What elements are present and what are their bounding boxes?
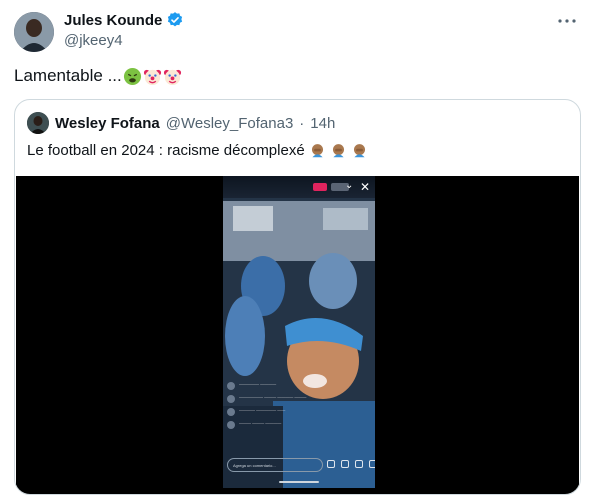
quoted-author-handle[interactable]: @Wesley_Fofana3 [166, 115, 294, 132]
live-badge-icon [313, 183, 327, 191]
comment-text: ——— ——— ———— [239, 420, 282, 425]
avatar [227, 395, 235, 403]
video-scene-image [223, 176, 375, 488]
list-item: ————— ———— [227, 381, 367, 390]
author-name[interactable]: Jules Kounde [64, 12, 162, 29]
tweet-text: Lamentable ... [14, 66, 182, 86]
author-avatar[interactable] [14, 12, 54, 52]
live-comments: ————— ———— —————— ——— ———— ——— ———— ————… [227, 381, 367, 433]
quoted-tweet-text: Le football en 2024 : racisme décomplexé [27, 142, 368, 159]
comment-text: —————— ——— ———— ——— [239, 394, 307, 399]
facepalm-emoji-icon [330, 142, 347, 159]
list-item: ———— ————— —— [227, 407, 367, 416]
chevron-down-icon: ⌄ [345, 180, 354, 191]
avatar [227, 421, 235, 429]
time-separator: · [299, 114, 305, 132]
send-icon [355, 460, 363, 468]
embedded-video[interactable]: ⌄ ✕ ————— ———— —————— ——— ———— ——— ———— … [16, 176, 579, 494]
quoted-author-name[interactable]: Wesley Fofana [55, 115, 160, 132]
question-icon [341, 460, 349, 468]
comment-text: ———— ————— —— [239, 407, 286, 412]
quoted-tweet-time[interactable]: 14h [310, 115, 335, 132]
clown-face-emoji-icon [143, 67, 162, 86]
avatar [227, 408, 235, 416]
avatar [227, 382, 235, 390]
facepalm-emoji-icon [351, 142, 368, 159]
list-item: ——— ——— ———— [227, 420, 367, 429]
home-indicator [279, 481, 319, 483]
quoted-tweet-body: Le football en 2024 : racisme décomplexé [27, 142, 305, 159]
nauseated-face-emoji-icon [123, 67, 142, 86]
comment-text: ————— ———— [239, 381, 277, 386]
video-frame: ⌄ ✕ ————— ———— —————— ——— ———— ——— ———— … [223, 176, 375, 488]
facepalm-emoji-icon [309, 142, 326, 159]
heart-icon [369, 460, 375, 468]
comment-input: Agrega un comentario... [227, 458, 323, 472]
quoted-author-avatar[interactable] [27, 112, 49, 134]
more-options-icon[interactable] [556, 10, 578, 32]
camera-icon [327, 460, 335, 468]
clown-face-emoji-icon [163, 67, 182, 86]
quoted-tweet-header: Wesley Fofana @Wesley_Fofana3 · 14h [27, 112, 335, 134]
live-action-icons [327, 460, 375, 468]
author-handle[interactable]: @jkeey4 [64, 32, 123, 49]
verified-badge-icon [166, 11, 184, 29]
close-icon: ✕ [360, 180, 371, 194]
author-header: Jules Kounde [64, 11, 184, 29]
tweet-body: Lamentable ... [14, 66, 122, 85]
list-item: —————— ——— ———— ——— [227, 394, 367, 403]
quoted-tweet[interactable]: Wesley Fofana @Wesley_Fofana3 · 14h Le f… [14, 99, 581, 495]
